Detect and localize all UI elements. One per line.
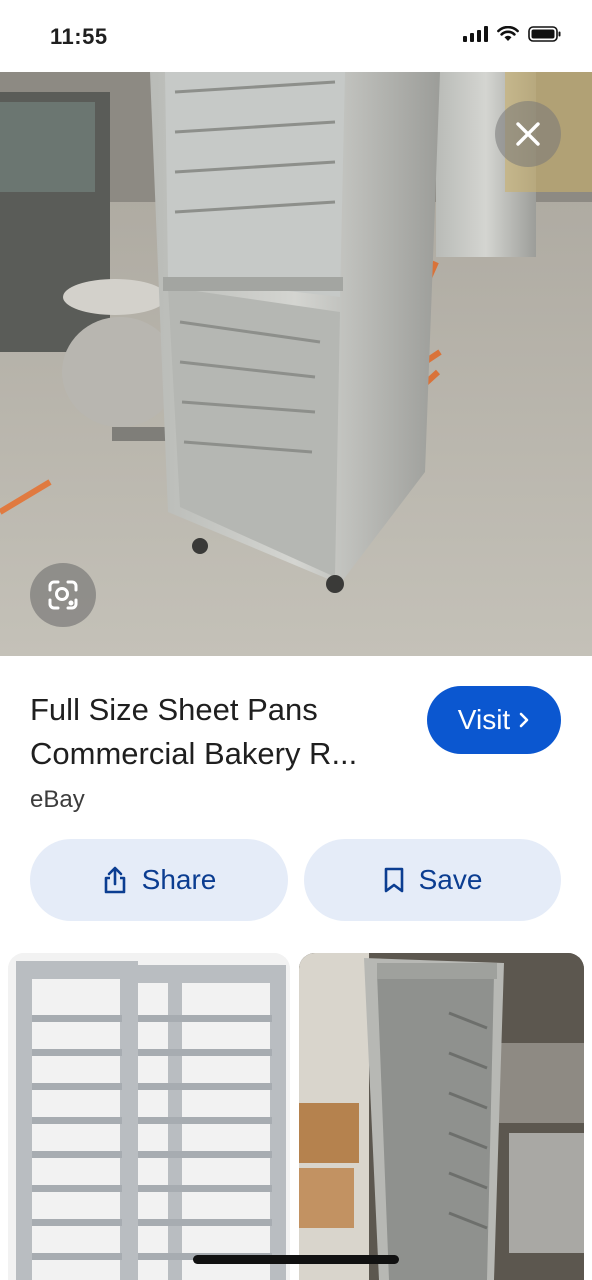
share-icon [104,866,125,894]
save-button[interactable]: Save [304,839,561,921]
status-icons [463,26,562,42]
share-button[interactable]: Share [30,839,288,921]
home-indicator[interactable] [193,1255,399,1264]
share-label: Share [141,864,217,895]
lens-icon [48,580,78,610]
related-image-1[interactable] [8,953,290,1280]
chevron-right-icon [519,712,529,728]
result-source: eBay [30,786,85,813]
close-button[interactable] [495,101,561,167]
result-title-line2: Commercial Bakery R... [30,736,358,771]
bookmark-icon [384,867,403,893]
lens-button[interactable] [30,563,96,627]
battery-icon [528,26,561,42]
visit-button[interactable]: Visit [427,686,561,754]
status-bar: 11:55 [0,0,592,72]
visit-label: Visit [457,704,511,735]
result-image[interactable] [0,72,592,656]
result-photo [0,72,592,656]
save-label: Save [418,864,483,895]
result-title-line1: Full Size Sheet Pans [30,692,318,727]
close-icon [516,122,540,146]
status-time: 11:55 [50,24,108,49]
rack-photo [8,953,290,1280]
related-image-2[interactable] [299,953,584,1280]
wifi-icon [497,26,519,41]
cabinet-photo [299,953,584,1280]
result-title[interactable]: Full Size Sheet Pans Commercial Bakery R… [30,688,410,776]
signal-icon [463,26,488,42]
